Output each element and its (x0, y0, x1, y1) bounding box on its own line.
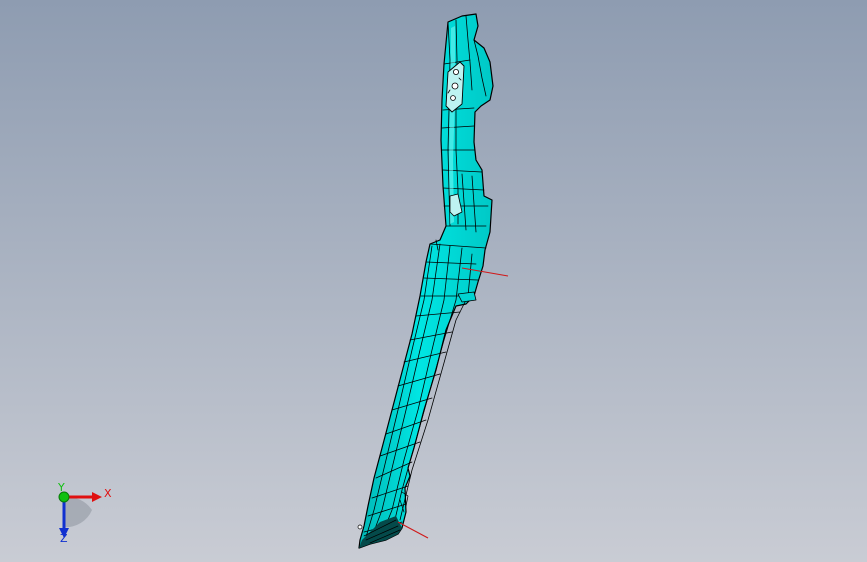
mount-hole-2 (451, 82, 459, 90)
x-axis-label: X (104, 487, 112, 500)
viewport-canvas[interactable]: X Y Z (0, 0, 867, 562)
mount-hole-3 (450, 95, 456, 101)
y-axis-label: Y (57, 481, 65, 494)
bottom-clip-hole (357, 524, 363, 530)
cad-3d-viewport[interactable]: X Y Z (0, 0, 867, 562)
mount-hole-1 (452, 69, 459, 76)
z-axis-label: Z (60, 532, 68, 545)
